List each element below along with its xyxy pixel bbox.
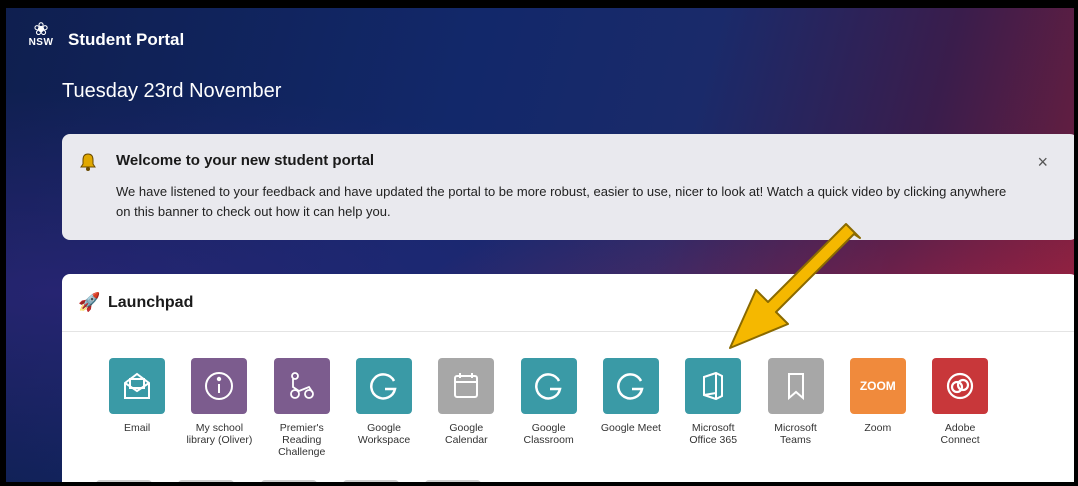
banner-title: Welcome to your new student portal [116, 152, 375, 169]
office-icon [685, 358, 742, 414]
nsw-logo[interactable]: ❀ NSW [26, 20, 56, 54]
info-icon [191, 358, 248, 414]
welcome-banner[interactable]: Welcome to your new student portal We ha… [62, 134, 1074, 240]
app-label: Microsoft Teams [774, 422, 817, 446]
app-email[interactable]: Email [96, 358, 178, 458]
app-school-library[interactable]: My school library (Oliver) [178, 358, 260, 458]
logo-text: NSW [28, 37, 54, 48]
app-label: Zoom [864, 422, 892, 434]
page-date: Tuesday 23rd November [62, 80, 282, 102]
app-zoom[interactable]: ZOOM Zoom [837, 358, 919, 458]
zoom-logo-text: ZOOM [859, 379, 896, 393]
app-premiers-reading[interactable]: Premier's Reading Challenge [261, 358, 343, 458]
reading-icon [273, 358, 330, 414]
app-label: Email [124, 422, 151, 434]
app-adobe-connect[interactable]: Adobe Connect [919, 358, 1001, 458]
close-icon[interactable]: × [1037, 152, 1048, 173]
google-icon [356, 358, 413, 414]
app-label: Google Meet [600, 422, 661, 434]
app-google-workspace[interactable]: Google Workspace [343, 358, 425, 458]
app-microsoft-teams[interactable]: Microsoft Teams [754, 358, 836, 458]
bookmark-icon [767, 358, 824, 414]
google-icon [602, 358, 659, 414]
app-tile-partial[interactable] [425, 480, 482, 482]
brand-title[interactable]: Student Portal [68, 30, 184, 50]
calendar-icon [438, 358, 495, 414]
app-tile-partial[interactable] [178, 480, 235, 482]
waratah-icon: ❀ [33, 19, 49, 39]
adobe-connect-icon [932, 358, 989, 414]
app-label: Google Workspace [357, 422, 411, 446]
portal-window: ❀ NSW Student Portal Tuesday 23rd Novemb… [6, 8, 1074, 482]
app-tile-partial[interactable] [96, 480, 152, 482]
app-grid-row-2 [96, 480, 507, 482]
app-google-meet[interactable]: Google Meet [590, 358, 672, 458]
header: ❀ NSW Student Portal [6, 8, 1074, 64]
rocket-icon: 🚀 [78, 292, 101, 312]
app-label: Premier's Reading Challenge [278, 422, 326, 458]
app-label: Adobe Connect [940, 422, 980, 446]
app-label: Google Calendar [445, 422, 488, 446]
bell-icon [78, 152, 98, 177]
google-icon [520, 358, 577, 414]
launchpad-title: Launchpad [108, 294, 194, 311]
app-google-calendar[interactable]: Google Calendar [425, 358, 507, 458]
banner-text: We have listened to your feedback and ha… [116, 184, 1007, 219]
zoom-icon: ZOOM [849, 358, 906, 414]
app-label: Google Classroom [523, 422, 574, 446]
app-microsoft-office-365[interactable]: Microsoft Office 365 [672, 358, 754, 458]
launchpad-panel: 🚀 Launchpad Email My school library (Oli… [62, 274, 1074, 482]
annotation-arrow-icon [729, 223, 861, 349]
app-google-classroom[interactable]: Google Classroom [507, 358, 589, 458]
app-label: Microsoft Office 365 [689, 422, 738, 446]
app-tile-partial[interactable] [342, 480, 399, 482]
launchpad-header: 🚀 Launchpad [62, 274, 1074, 332]
app-grid: Email My school library (Oliver) Premier… [96, 358, 1001, 458]
envelope-icon [109, 358, 166, 414]
app-tile-partial[interactable] [260, 480, 317, 482]
app-label: My school library (Oliver) [186, 422, 253, 446]
